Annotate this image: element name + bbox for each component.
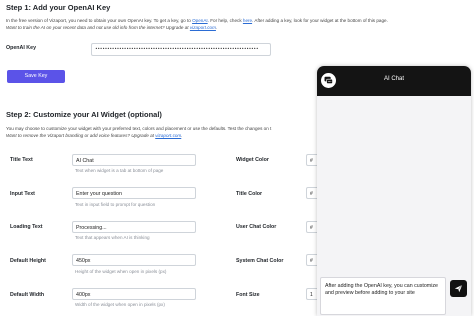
step1-text-part: . After adding a key, look for your widg… — [252, 18, 388, 23]
vizaport-link[interactable]: vizaport.com — [190, 25, 216, 30]
openai-key-input[interactable]: ••••••••••••••••••••••••••••••••••••••••… — [91, 43, 271, 56]
loading-text-input[interactable]: Processing... — [72, 221, 196, 233]
step1-text-part: . For help, check — [207, 18, 243, 23]
widget-color-label: Widget Color — [236, 157, 269, 163]
default-height-label: Default Height — [10, 258, 46, 264]
default-height-hint: Height of the widget when open in pixels… — [75, 269, 167, 274]
font-size-label: Font Size — [236, 292, 260, 298]
default-width-input[interactable]: 400px — [72, 288, 196, 300]
default-height-input[interactable]: 450px — [72, 254, 196, 266]
openai-link[interactable]: OpenAI — [192, 18, 208, 23]
chat-widget: AI Chat After adding the OpenAI key, you… — [317, 66, 471, 316]
title-text-hint: Text when widget is a tab at bottom of p… — [75, 168, 164, 173]
chat-header[interactable]: AI Chat — [317, 66, 471, 96]
system-chat-color-label: System Chat Color — [236, 258, 284, 264]
step2-text-part: . — [181, 133, 183, 139]
vizaport-link-2[interactable]: vizaport.com — [155, 133, 181, 138]
input-text-label: Input Text — [10, 191, 35, 197]
default-width-label: Default Width — [10, 292, 45, 298]
step2-title: Step 2: Customize your AI Widget (option… — [6, 110, 162, 119]
help-here-link[interactable]: here — [243, 18, 252, 23]
step1-description: In the free version of Vizaport, you nee… — [6, 17, 461, 31]
input-text-hint: Text in input field to prompt for questi… — [75, 202, 156, 207]
title-text-input[interactable]: AI Chat — [72, 154, 196, 166]
step2-upgrade-text: Want to remove the Vizaport branding or … — [6, 133, 156, 139]
input-text-input[interactable]: Enter your question — [72, 187, 196, 199]
step1-upgrade-text: Want to train the AI on your recent data… — [6, 25, 190, 31]
chat-input[interactable]: After adding the OpenAI key, you can cus… — [320, 277, 446, 315]
step1-title: Step 1: Add your OpenAI Key — [6, 3, 111, 12]
step2-text-part: You may choose to customize your widget … — [6, 126, 272, 131]
loading-text-label: Loading Text — [10, 224, 43, 230]
step1-text-part: In the free version of Vizaport, you nee… — [6, 18, 193, 23]
send-icon — [454, 284, 463, 293]
chat-title: AI Chat — [383, 76, 404, 82]
title-text-label: Title Text — [10, 157, 33, 163]
loading-text-hint: Text that appears when AI is thinking — [75, 235, 150, 240]
openai-key-label: OpenAI Key — [6, 45, 37, 51]
settings-page: Step 1: Add your OpenAI Key In the free … — [0, 0, 474, 316]
step1-text-part: . — [215, 25, 218, 31]
chat-messages-area — [317, 96, 471, 276]
title-color-label: Title Color — [236, 191, 263, 197]
send-button[interactable] — [450, 280, 467, 297]
user-chat-color-label: User Chat Color — [236, 224, 277, 230]
default-width-hint: Width of the widget when open in pixels … — [75, 302, 165, 307]
save-key-button[interactable]: Save Key — [7, 70, 65, 83]
step2-description: You may choose to customize your widget … — [6, 125, 311, 139]
